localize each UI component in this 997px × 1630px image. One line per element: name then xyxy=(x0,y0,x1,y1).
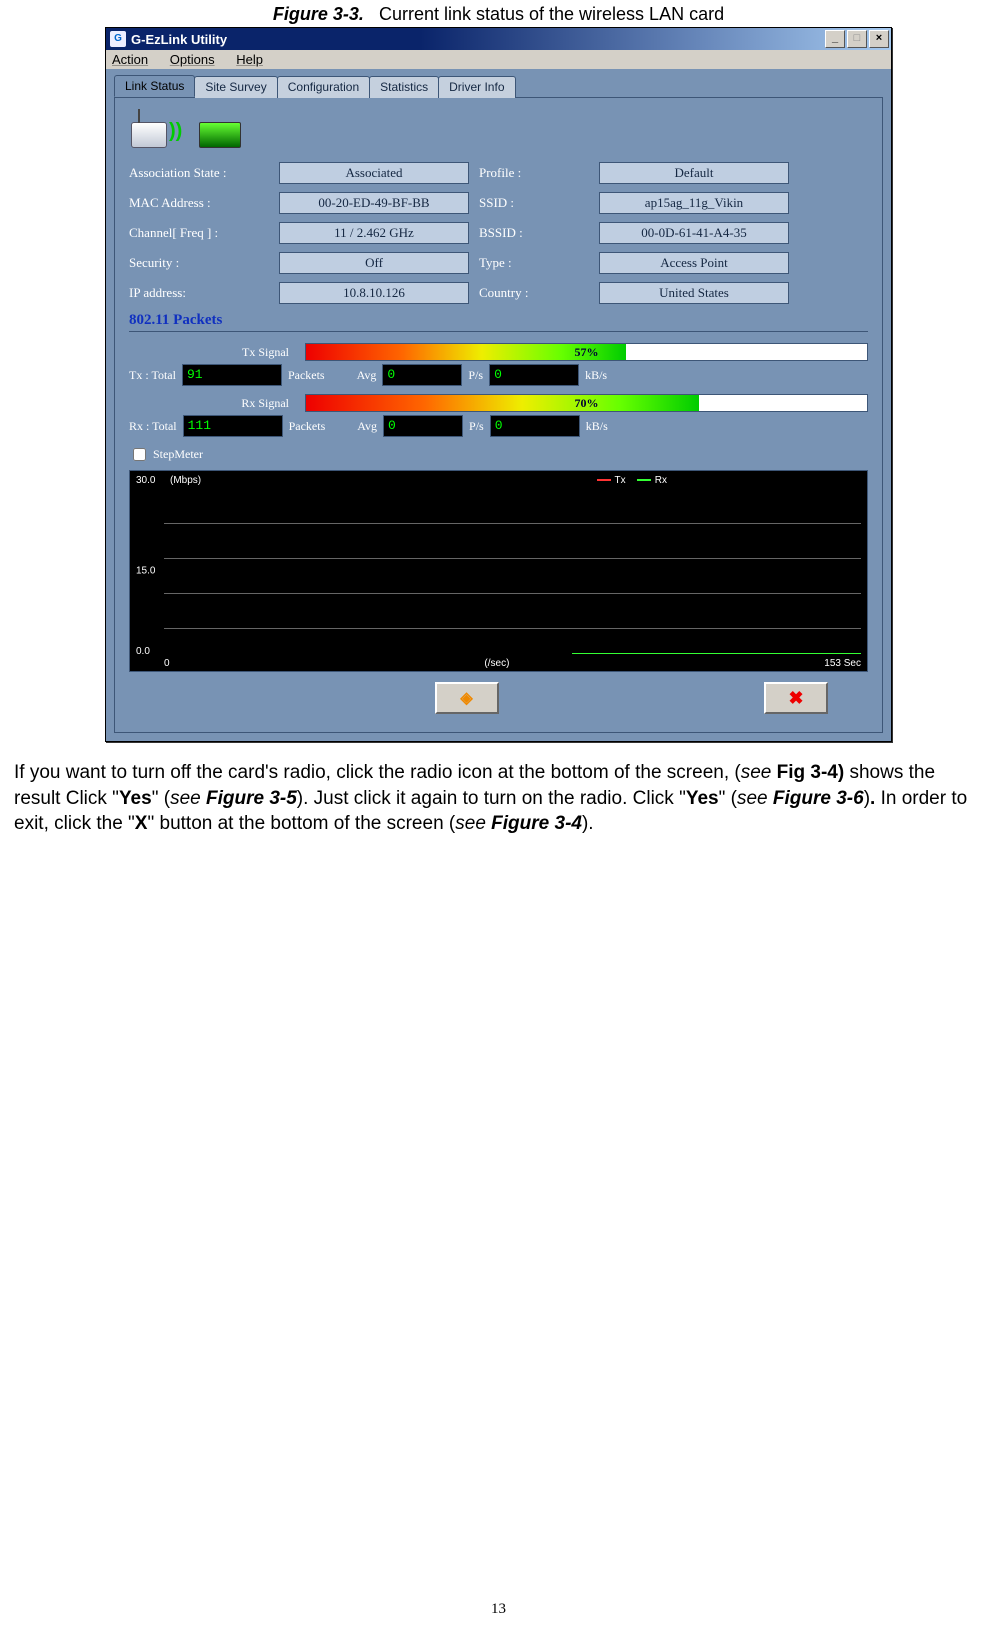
graph-x-right: 153 Sec xyxy=(824,658,861,669)
tx-rate: 0 xyxy=(489,364,579,386)
tab-configuration[interactable]: Configuration xyxy=(277,76,370,98)
graph-x-left: 0 xyxy=(164,658,170,669)
value-ip: 10.8.10.126 xyxy=(279,282,469,304)
rx-signal-bar: 70% xyxy=(305,394,868,412)
label-country: Country : xyxy=(479,285,589,301)
stepmeter-label: StepMeter xyxy=(153,447,203,462)
menu-help[interactable]: Help xyxy=(236,52,263,67)
figure-caption: Figure 3-3. Current link status of the w… xyxy=(10,4,987,25)
legend-rx: Rx xyxy=(637,475,667,486)
window-title: G-EzLink Utility xyxy=(131,32,227,47)
figure-text: Current link status of the wireless LAN … xyxy=(379,4,724,24)
graph-y-min: 0.0 xyxy=(136,646,150,657)
window-bottom-bar: ◈ ✖ xyxy=(129,672,868,718)
value-security: Off xyxy=(279,252,469,274)
label-mac: MAC Address : xyxy=(129,195,269,211)
rx-signal-pct: 70% xyxy=(575,395,599,411)
graph-x-axis: 0 (/sec) 153 Sec xyxy=(164,658,861,669)
label-assoc-state: Association State : xyxy=(129,165,269,181)
value-ssid: ap15ag_11g_Vikin xyxy=(599,192,789,214)
tab-driver-info[interactable]: Driver Info xyxy=(438,76,515,98)
value-type: Access Point xyxy=(599,252,789,274)
graph-x-unit: (/sec) xyxy=(484,658,509,669)
maximize-button[interactable]: □ xyxy=(847,30,867,48)
label-ssid: SSID : xyxy=(479,195,589,211)
graph-unit: (Mbps) xyxy=(170,475,201,486)
tx-signal-label: Tx Signal xyxy=(129,345,299,360)
figure-number: Figure 3-3. xyxy=(273,4,364,24)
graph-grid xyxy=(164,489,861,655)
wlan-card-icon xyxy=(199,122,241,148)
tx-unit3: kB/s xyxy=(585,368,607,383)
titlebar: G G-EzLink Utility _ □ × xyxy=(106,28,891,50)
value-mac: 00-20-ED-49-BF-BB xyxy=(279,192,469,214)
signal-icon: )) xyxy=(169,120,182,143)
rx-avg: 0 xyxy=(383,415,463,437)
tx-prefix: Tx : Total xyxy=(129,368,176,383)
rx-avg-label: Avg xyxy=(357,419,377,434)
graph-y-max: 30.0 xyxy=(136,475,155,486)
stepmeter-row[interactable]: StepMeter xyxy=(129,445,868,464)
graph-y-mid: 15.0 xyxy=(136,566,155,577)
packets-title: 802.11 Packets xyxy=(129,312,868,329)
app-window: G G-EzLink Utility _ □ × Action Options … xyxy=(105,27,892,742)
tab-link-status[interactable]: Link Status xyxy=(114,75,195,97)
page-number: 13 xyxy=(0,1601,997,1618)
radio-icon: ◈ xyxy=(460,688,472,708)
tx-signal-pct: 57% xyxy=(575,344,599,360)
value-channel: 11 / 2.462 GHz xyxy=(279,222,469,244)
radio-toggle-button[interactable]: ◈ xyxy=(435,682,499,714)
rx-unit1: Packets xyxy=(289,419,326,434)
rx-unit2: P/s xyxy=(469,419,484,434)
rx-unit3: kB/s xyxy=(586,419,608,434)
router-icon xyxy=(131,122,167,148)
tx-unit2: P/s xyxy=(468,368,483,383)
value-assoc-state: Associated xyxy=(279,162,469,184)
app-icon: G xyxy=(110,31,126,47)
tx-signal-bar: 57% xyxy=(305,343,868,361)
menu-action[interactable]: Action xyxy=(112,52,148,67)
minimize-button[interactable]: _ xyxy=(825,30,845,48)
tx-total: 91 xyxy=(182,364,282,386)
menubar: Action Options Help xyxy=(106,50,891,69)
label-ip: IP address: xyxy=(129,285,269,301)
menu-options[interactable]: Options xyxy=(170,52,215,67)
rx-signal-fill xyxy=(306,395,699,411)
status-grid: Association State : Associated Profile :… xyxy=(129,162,868,304)
value-country: United States xyxy=(599,282,789,304)
close-window-button[interactable]: × xyxy=(869,30,889,48)
graph-legend: Tx Rx xyxy=(597,475,667,486)
label-bssid: BSSID : xyxy=(479,225,589,241)
label-security: Security : xyxy=(129,255,269,271)
rx-signal-label: Rx Signal xyxy=(129,396,299,411)
tab-strip: Link Status Site Survey Configuration St… xyxy=(114,75,883,97)
tx-avg-label: Avg xyxy=(357,368,377,383)
value-bssid: 00-0D-61-41-A4-35 xyxy=(599,222,789,244)
legend-tx: Tx xyxy=(597,475,626,486)
exit-button[interactable]: ✖ xyxy=(764,682,828,714)
stepmeter-checkbox[interactable] xyxy=(133,448,146,461)
tab-statistics[interactable]: Statistics xyxy=(369,76,439,98)
value-profile: Default xyxy=(599,162,789,184)
tab-site-survey[interactable]: Site Survey xyxy=(194,76,277,98)
throughput-graph: 30.0 (Mbps) 15.0 0.0 Tx Rx 0 xyxy=(129,470,868,672)
device-illustration: )) xyxy=(129,108,239,156)
label-type: Type : xyxy=(479,255,589,271)
body-paragraph: If you want to turn off the card's radio… xyxy=(14,760,983,837)
tab-panel: )) Association State : Associated Profil… xyxy=(114,97,883,733)
label-channel: Channel[ Freq ] : xyxy=(129,225,269,241)
packets-section: Tx Signal 57% Tx : Total 91 Packets Avg … xyxy=(129,331,868,672)
tx-unit1: Packets xyxy=(288,368,325,383)
rx-total: 111 xyxy=(183,415,283,437)
rx-line xyxy=(572,653,861,654)
rx-prefix: Rx : Total xyxy=(129,419,177,434)
rx-rate: 0 xyxy=(490,415,580,437)
close-icon: ✖ xyxy=(788,688,803,709)
tx-avg: 0 xyxy=(382,364,462,386)
label-profile: Profile : xyxy=(479,165,589,181)
